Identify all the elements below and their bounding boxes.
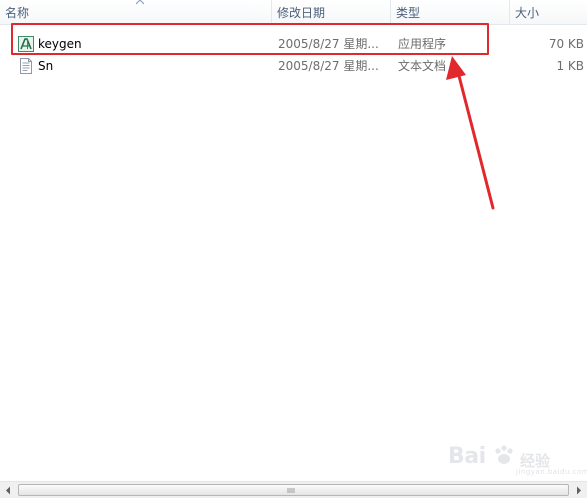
- file-name[interactable]: Sn: [38, 56, 53, 76]
- text-document-icon: [20, 58, 32, 74]
- scroll-left-arrow-icon[interactable]: [0, 482, 17, 498]
- file-explorer-list: 名称 修改日期 类型 大小 keygen 2005/8/27 星期... 应用程…: [0, 0, 587, 498]
- baidu-watermark: Bai 经验 jingyan.baidu.com: [448, 440, 587, 476]
- watermark-subtext: jingyan.baidu.com: [516, 468, 587, 476]
- watermark-text: Bai: [448, 444, 486, 469]
- column-name[interactable]: 名称: [0, 0, 272, 24]
- paw-icon: [495, 445, 513, 464]
- scrollbar-thumb[interactable]: [18, 484, 569, 496]
- annotation-highlight-box: [11, 23, 489, 55]
- file-type: 文本文档: [398, 59, 447, 73]
- file-size: 1 KB: [556, 59, 584, 73]
- scroll-right-arrow-icon[interactable]: [570, 482, 587, 498]
- column-size[interactable]: 大小: [510, 0, 587, 24]
- column-header: 名称 修改日期 类型 大小: [0, 0, 587, 25]
- horizontal-scrollbar[interactable]: [0, 481, 587, 498]
- scrollbar-grip-icon: [287, 488, 295, 493]
- file-size: 70 KB: [548, 37, 584, 51]
- file-row-sn[interactable]: Sn 2005/8/27 星期... 文本文档 1 KB: [0, 56, 587, 76]
- file-date-modified: 2005/8/27 星期...: [278, 59, 379, 73]
- column-type[interactable]: 类型: [391, 0, 510, 24]
- column-date-modified[interactable]: 修改日期: [272, 0, 391, 24]
